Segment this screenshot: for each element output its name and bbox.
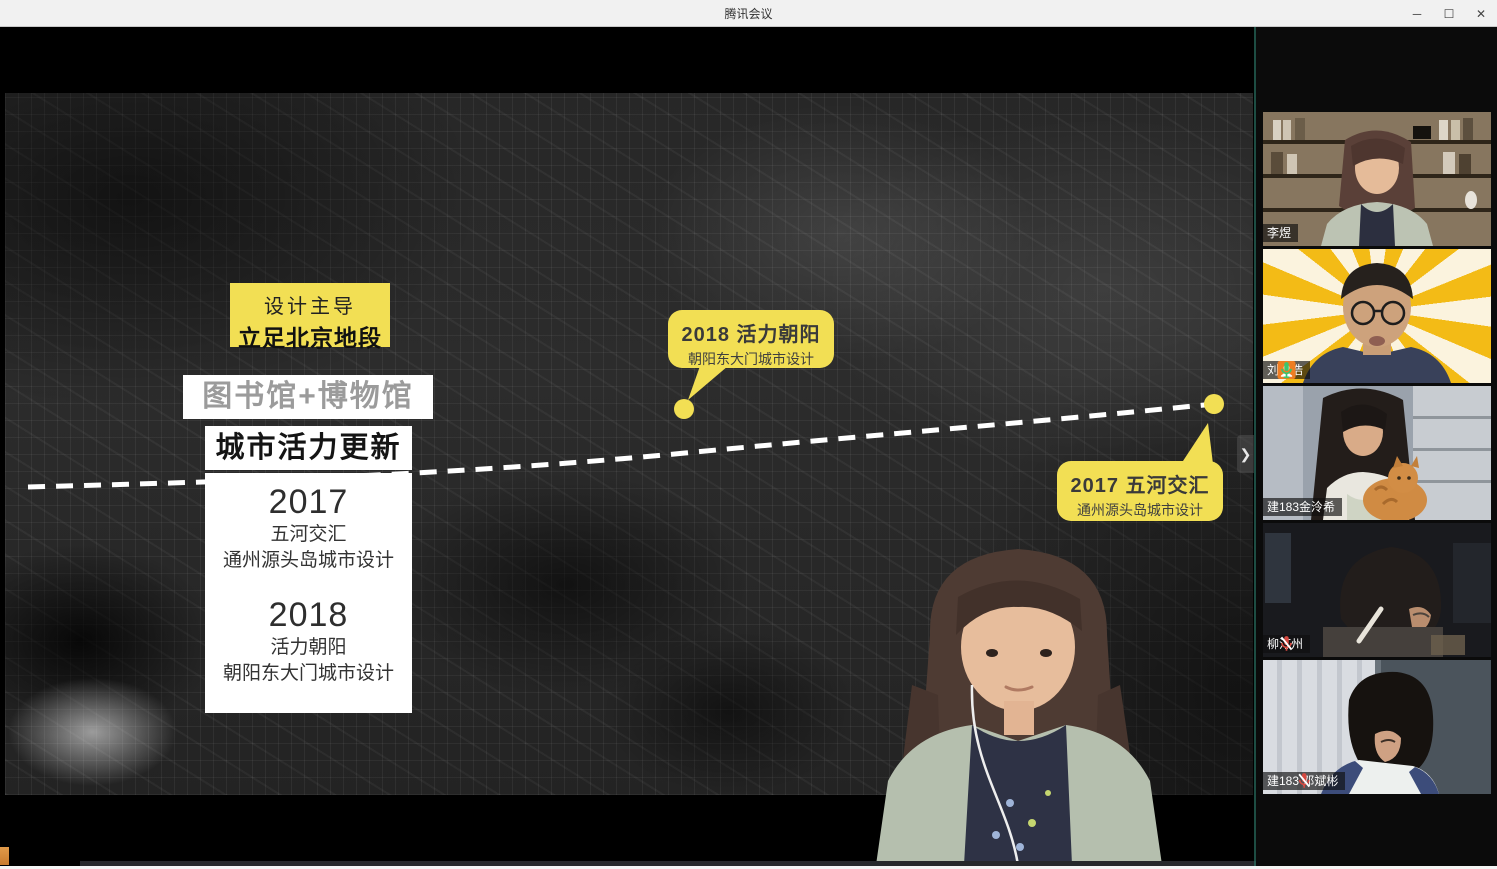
timeline-2018-line2: 朝阳东大门城市设计 bbox=[205, 661, 412, 687]
tencent-meeting-window: 腾讯会议 ─ ☐ ✕ 设计主导 立足北京地段 图书馆+博物馆 城市活力更新 20… bbox=[0, 0, 1497, 869]
callout-2018-subtitle: 朝阳东大门城市设计 bbox=[668, 349, 834, 369]
participant-tile-dengbinbin[interactable]: 建183 邓斌彬 bbox=[1263, 660, 1491, 794]
library-museum-box: 图书馆+博物馆 bbox=[183, 375, 433, 419]
callout-2018-title: 2018 活力朝阳 bbox=[668, 318, 834, 347]
timeline-2018-line1: 活力朝阳 bbox=[205, 635, 412, 661]
timeline-year-2017: 2017 bbox=[205, 483, 412, 522]
project-timeline-box: 2017 五河交汇 通州源头岛城市设计 2018 活力朝阳 朝阳东大门城市设计 bbox=[205, 473, 412, 713]
participant-tile-liyu[interactable]: 李煜 bbox=[1263, 112, 1491, 246]
participant-tile-liupinghao[interactable]: 刘平浩 bbox=[1263, 249, 1491, 383]
participant-tile-liutingzhou[interactable]: 柳汀州 bbox=[1263, 523, 1491, 657]
design-lead-box: 设计主导 立足北京地段 bbox=[230, 283, 390, 347]
callout-2017-tail bbox=[1181, 423, 1213, 464]
participant-name-label: 建183金泠希 bbox=[1263, 498, 1342, 516]
collapse-panel-chevron[interactable]: ❯ bbox=[1237, 435, 1254, 473]
mic-muted-icon bbox=[1263, 772, 1345, 790]
corner-accent bbox=[0, 847, 9, 865]
participant-name: 李煜 bbox=[1267, 226, 1291, 240]
callout-2017-title: 2017 五河交汇 bbox=[1057, 469, 1223, 498]
mic-muted-icon bbox=[1263, 635, 1310, 653]
urban-vitality-title-box: 城市活力更新 bbox=[205, 426, 412, 470]
callout-2017-subtitle: 通州源头岛城市设计 bbox=[1057, 500, 1223, 520]
participant-name-label: 建183 邓斌彬 bbox=[1263, 772, 1345, 790]
callout-2017-bubble: 2017 五河交汇 通州源头岛城市设计 bbox=[1057, 461, 1223, 521]
timeline-year-2018: 2018 bbox=[205, 596, 412, 635]
participant-tile-jinlingxi[interactable]: 建183金泠希 bbox=[1263, 386, 1491, 520]
participant-name-label: 李煜 bbox=[1263, 224, 1298, 242]
close-button[interactable]: ✕ bbox=[1465, 0, 1497, 27]
design-lead-line2: 立足北京地段 bbox=[230, 319, 390, 353]
presenter-video-overlay bbox=[820, 535, 1216, 865]
participant-video-panel: 李煜 bbox=[1256, 27, 1497, 869]
window-title: 腾讯会议 bbox=[724, 5, 772, 22]
maximize-button[interactable]: ☐ bbox=[1433, 0, 1465, 27]
timeline-2017-line1: 五河交汇 bbox=[205, 522, 412, 548]
participant-name: 建183金泠希 bbox=[1267, 500, 1335, 514]
callout-2018-bubble: 2018 活力朝阳 朝阳东大门城市设计 bbox=[668, 310, 834, 368]
map-dot-2018 bbox=[674, 399, 694, 419]
mic-on-icon bbox=[1263, 361, 1310, 379]
map-dot-2017 bbox=[1204, 394, 1224, 414]
window-titlebar[interactable]: 腾讯会议 ─ ☐ ✕ bbox=[0, 0, 1497, 27]
shared-screen-area: 设计主导 立足北京地段 图书馆+博物馆 城市活力更新 2017 五河交汇 通州源… bbox=[0, 27, 1256, 869]
design-lead-line1: 设计主导 bbox=[230, 290, 390, 319]
window-controls: ─ ☐ ✕ bbox=[1401, 0, 1497, 27]
participant-name-label: 刘平浩 bbox=[1263, 361, 1310, 379]
callout-2018-tail bbox=[688, 366, 728, 400]
minimize-button[interactable]: ─ bbox=[1401, 0, 1433, 27]
timeline-2017-line2: 通州源头岛城市设计 bbox=[205, 548, 412, 574]
participant-name-label: 柳汀州 bbox=[1263, 635, 1310, 653]
